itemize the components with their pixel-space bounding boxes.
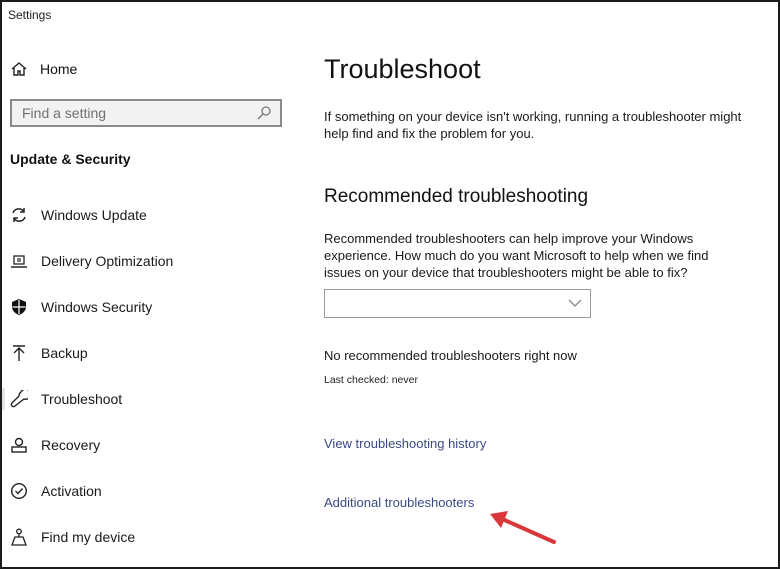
sync-icon (10, 206, 28, 224)
home-icon (11, 62, 27, 76)
wrench-icon (10, 390, 28, 408)
search-input[interactable] (12, 104, 256, 122)
check-circle-icon (10, 482, 28, 500)
search-box[interactable] (10, 99, 282, 127)
recovery-icon (10, 436, 28, 454)
page-title: Troubleshoot (324, 54, 481, 84)
search-icon[interactable] (256, 105, 272, 121)
settings-window: Settings Home Update & Security Windows … (0, 0, 780, 569)
upload-arrow-icon (10, 344, 28, 362)
chevron-down-icon (568, 299, 582, 307)
sidebar-item-windows-update[interactable]: Windows Update (2, 192, 292, 238)
sidebar-item-label: Delivery Optimization (41, 253, 174, 269)
sidebar-item-delivery-optimization[interactable]: Delivery Optimization (2, 238, 292, 284)
view-history-link[interactable]: View troubleshooting history (324, 436, 486, 451)
sidebar-nav: Windows Update Delivery Optimization Win… (2, 192, 292, 560)
sidebar-item-activation[interactable]: Activation (2, 468, 292, 514)
sidebar-item-troubleshoot[interactable]: Troubleshoot (2, 376, 292, 422)
sidebar-item-recovery[interactable]: Recovery (2, 422, 292, 468)
sidebar-home[interactable]: Home (10, 60, 77, 78)
sidebar-item-label: Activation (41, 483, 102, 499)
recommended-status: No recommended troubleshooters right now (324, 348, 577, 363)
additional-troubleshooters-link[interactable]: Additional troubleshooters (324, 495, 474, 510)
sidebar-item-label: Backup (41, 345, 88, 361)
sidebar-item-windows-security[interactable]: Windows Security (2, 284, 292, 330)
sidebar-item-label: Find my device (41, 529, 136, 545)
recommended-heading: Recommended troubleshooting (324, 186, 589, 207)
window-title: Settings (8, 8, 52, 22)
sidebar-item-find-my-device[interactable]: Find my device (2, 514, 292, 560)
sidebar-item-label: Troubleshoot (41, 391, 123, 407)
home-label: Home (40, 61, 78, 77)
section-title: Update & Security (10, 151, 131, 167)
delivery-optimization-icon (10, 252, 28, 270)
annotation-arrow-icon (490, 511, 556, 544)
sidebar-item-label: Windows Update (41, 207, 147, 223)
last-checked: Last checked: never (324, 374, 418, 386)
sidebar-item-backup[interactable]: Backup (2, 330, 292, 376)
recommended-description: Recommended troubleshooters can help imp… (324, 231, 709, 280)
person-location-icon (10, 528, 28, 546)
sidebar-item-label: Recovery (41, 437, 101, 453)
shield-icon (10, 298, 28, 316)
intro-text: If something on your device isn't workin… (324, 109, 742, 141)
sidebar-item-label: Windows Security (41, 299, 153, 315)
troubleshooting-preference-dropdown[interactable] (324, 289, 591, 318)
